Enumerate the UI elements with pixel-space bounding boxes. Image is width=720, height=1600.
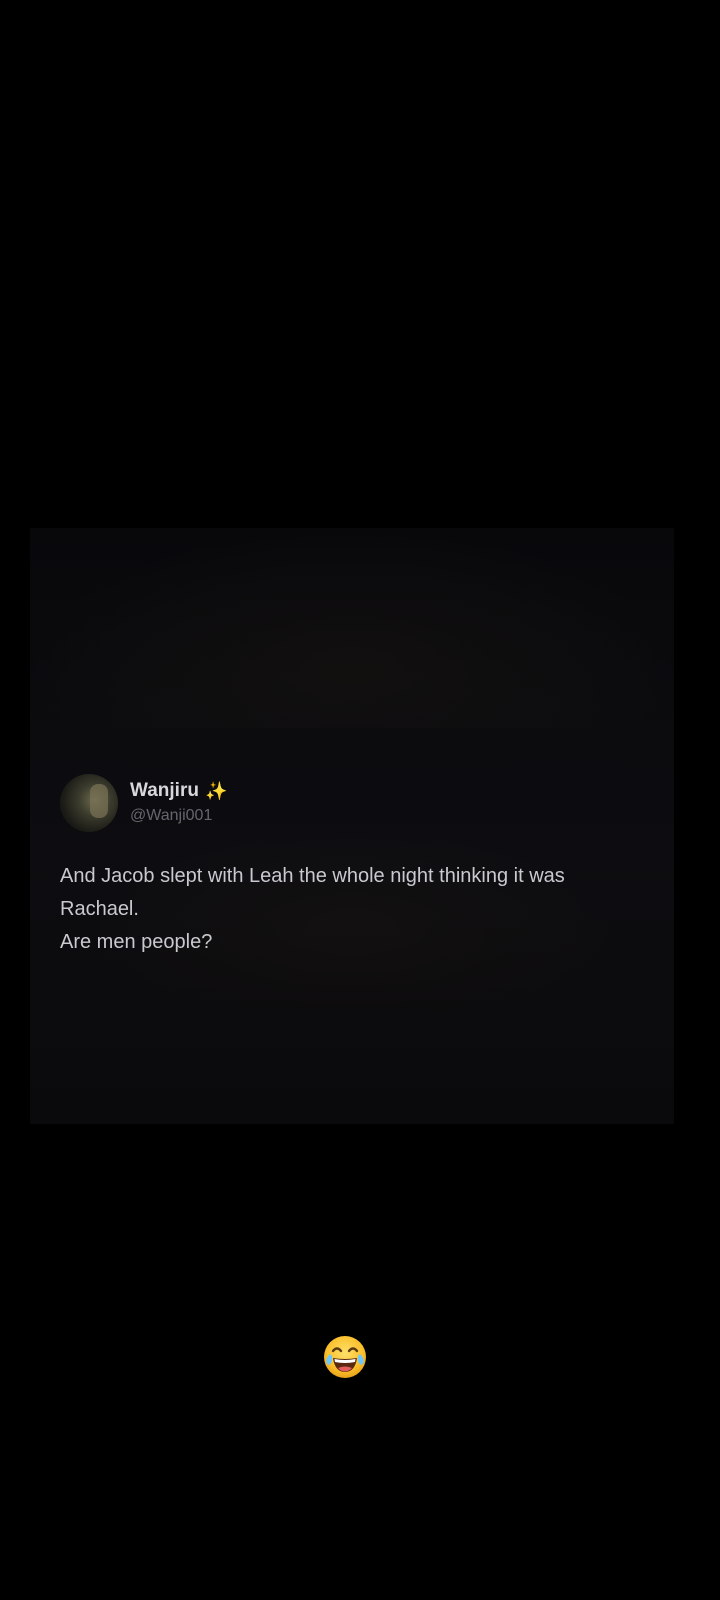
tweet-author: Wanjiru ✨ @Wanji001 xyxy=(130,779,227,827)
avatar xyxy=(60,774,118,832)
user-handle: @Wanji001 xyxy=(130,807,213,824)
tweet-text-line: Rachael. xyxy=(60,898,139,920)
tweet-text: And Jacob slept with Leah the whole nigh… xyxy=(60,860,660,959)
display-name: Wanjiru xyxy=(130,780,199,801)
tweet-text-line: Are men people? xyxy=(60,931,213,953)
tweet-header: Wanjiru ✨ @Wanji001 xyxy=(60,774,227,832)
tweet-text-line: And Jacob slept with Leah the whole nigh… xyxy=(60,865,565,887)
display-name-row: Wanjiru ✨ xyxy=(130,779,227,803)
status-screen: Wanjiru ✨ @Wanji001 And Jacob slept with… xyxy=(0,0,720,1600)
face-with-tears-of-joy-icon xyxy=(324,1336,366,1378)
tweet-screenshot-image: Wanjiru ✨ @Wanji001 And Jacob slept with… xyxy=(30,528,674,1124)
sparkles-icon: ✨ xyxy=(204,781,228,801)
